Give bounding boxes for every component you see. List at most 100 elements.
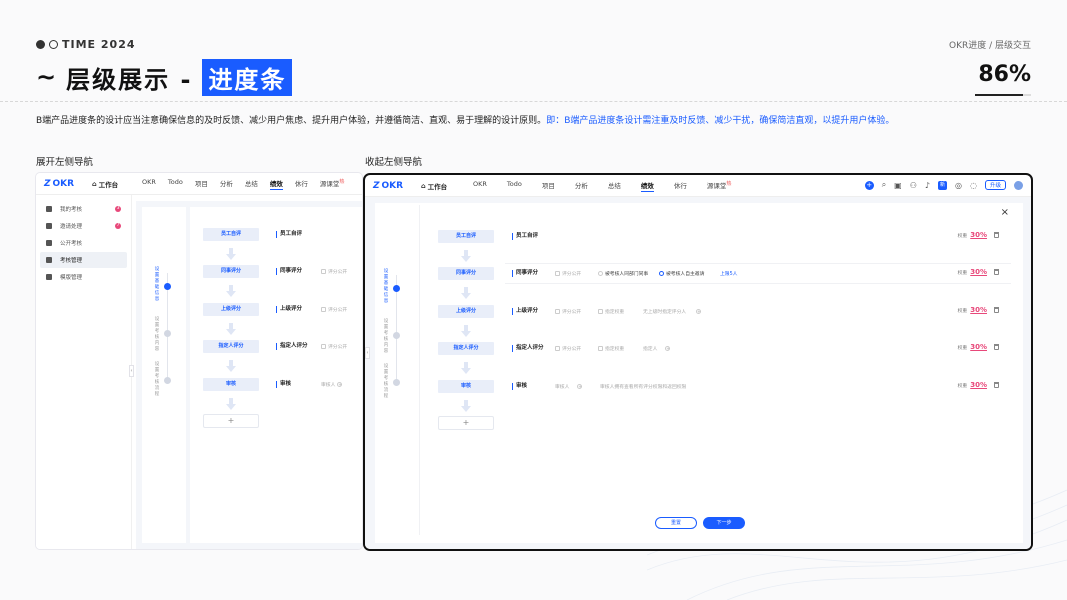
weight-field[interactable]: 权重 30%: [958, 268, 999, 276]
step-dot[interactable]: [393, 379, 400, 386]
workbench-link[interactable]: ⌂ 工作台: [92, 179, 136, 189]
search-icon[interactable]: ⌕: [882, 180, 886, 190]
trash-icon[interactable]: [994, 344, 999, 350]
trash-icon[interactable]: [994, 382, 999, 388]
weight-field[interactable]: 权重 30%: [958, 231, 999, 239]
step-dot[interactable]: [164, 330, 171, 337]
invite-limit[interactable]: 上限5人: [720, 270, 737, 277]
public-score-checkbox[interactable]: 评分公开: [321, 306, 347, 313]
home-icon: ⌂: [421, 181, 426, 190]
trash-icon[interactable]: [994, 232, 999, 238]
assign-weight-checkbox[interactable]: 指定权重: [598, 308, 624, 315]
public-score-checkbox[interactable]: 评分公开: [555, 270, 581, 277]
nav-item-okr[interactable]: OKR: [473, 180, 487, 192]
flow-node-review[interactable]: 审核: [438, 380, 494, 393]
plus-icon: +: [577, 384, 583, 389]
nav-item-project[interactable]: 项目: [542, 180, 555, 192]
assignee-select[interactable]: 指定人 +: [643, 345, 671, 352]
chat-icon[interactable]: ◌: [970, 181, 977, 190]
nav-item-okr[interactable]: OKR: [142, 178, 156, 190]
sidebar: 我的考核 3 邀请处理 7 公开考核 考核管理 模版管理: [36, 195, 132, 549]
upgrade-button[interactable]: 升级: [984, 180, 1006, 190]
sidebar-item-my-review[interactable]: 我的考核 3: [40, 201, 127, 217]
self-invite-radio[interactable]: 被考核人自主邀请: [659, 270, 704, 277]
flow-node-manager[interactable]: 上级评分: [438, 305, 494, 318]
reviewer-select[interactable]: 审核人 +: [321, 381, 343, 388]
public-score-checkbox[interactable]: 评分公开: [555, 308, 581, 315]
flow-node-manager[interactable]: 上级评分: [203, 303, 259, 316]
app-header: Z OKR ⌂ 工作台 OKR Todo 项目 分析 总结 绩效 休行 源课堂热 +…: [365, 175, 1031, 197]
nav-item-summary[interactable]: 总结: [608, 180, 621, 192]
app-header: Z OKR ⌂ 工作台 OKR Todo 项目 分析 总结 绩效 休行 源课堂热: [36, 173, 362, 195]
flow-node-self[interactable]: 员工自评: [203, 228, 259, 241]
workbench-link[interactable]: ⌂ 工作台: [421, 181, 465, 191]
flow-node-self[interactable]: 员工自评: [438, 230, 494, 243]
sidebar-collapse-handle[interactable]: ‹: [129, 365, 134, 377]
step-dot[interactable]: [164, 377, 171, 384]
avatar[interactable]: [1014, 180, 1023, 190]
sidebar-expand-handle[interactable]: ‹: [365, 347, 370, 359]
sidebar-item-label: 我的考核: [60, 207, 83, 213]
ring-circle-icon: [49, 40, 58, 49]
hot-badge: 热: [726, 180, 732, 187]
nav-item-xiuxing[interactable]: 休行: [674, 180, 687, 192]
no-manager-select[interactable]: 无上级时指定评分人 +: [643, 308, 702, 315]
nav-item-todo[interactable]: Todo: [168, 178, 183, 190]
flow-node-review[interactable]: 审核: [203, 378, 259, 391]
next-step-button[interactable]: 下一步: [703, 517, 745, 529]
arrow-down-icon: [461, 325, 471, 337]
expanded-nav-label: 展开左侧导航: [36, 157, 94, 168]
step-dot[interactable]: [393, 332, 400, 339]
nav-item-performance[interactable]: 绩效: [640, 180, 654, 192]
sidebar-item-invite[interactable]: 邀请处理 7: [40, 218, 127, 234]
nav-item-project[interactable]: 项目: [195, 178, 208, 190]
nav-item-classroom[interactable]: 源课堂热: [320, 178, 345, 190]
flow-node-assigned[interactable]: 指定人评分: [203, 340, 259, 353]
bell-icon[interactable]: ♪: [925, 181, 930, 190]
step-dot-active[interactable]: [164, 283, 171, 290]
weight-field[interactable]: 权重 30%: [958, 381, 999, 389]
reset-button[interactable]: 重置: [655, 517, 697, 529]
arrow-down-icon: [226, 323, 236, 335]
new-badge-icon[interactable]: 新: [938, 180, 948, 190]
flow-node-peer[interactable]: 同事评分: [203, 265, 259, 278]
user-add-icon[interactable]: ⚇: [910, 181, 917, 190]
weight-field[interactable]: 权重 30%: [958, 306, 999, 314]
sidebar-item-manage[interactable]: 考核管理: [40, 252, 127, 268]
add-flow-node-button[interactable]: +: [438, 416, 494, 430]
assign-weight-checkbox[interactable]: 指定权重: [598, 345, 624, 352]
sidebar-item-public[interactable]: 公开考核: [40, 235, 127, 251]
public-score-checkbox[interactable]: 评分公开: [555, 345, 581, 352]
step-dot-active[interactable]: [393, 285, 400, 292]
step-label-content: 设置考核内容: [383, 319, 389, 354]
checkbox-label: 评分公开: [328, 308, 348, 313]
add-flow-node-button[interactable]: +: [203, 414, 259, 428]
nav-item-summary[interactable]: 总结: [245, 178, 258, 190]
okr-logo[interactable]: Z OKR: [44, 179, 84, 189]
nav-item-xiuxing[interactable]: 休行: [295, 178, 308, 190]
nav-item-analysis[interactable]: 分析: [575, 180, 588, 192]
okr-logo[interactable]: Z OKR: [373, 181, 413, 191]
trash-icon[interactable]: [994, 307, 999, 313]
row-label: 上级评分: [276, 306, 302, 313]
public-score-checkbox[interactable]: 评分公开: [321, 268, 347, 275]
sidebar-item-template[interactable]: 模版管理: [40, 269, 127, 285]
nav-item-performance[interactable]: 绩效: [269, 178, 283, 190]
calendar-icon[interactable]: ▣: [894, 181, 902, 190]
trash-icon[interactable]: [994, 269, 999, 275]
same-dept-radio[interactable]: 被考核人同部门同事: [598, 270, 648, 277]
flow-node-assigned[interactable]: 指定人评分: [438, 342, 494, 355]
description-highlight: 即：B端产品进度条设计需注重及时反馈、减少干扰，确保简洁直观，以提升用户体验。: [546, 116, 895, 126]
reviewer-select[interactable]: 审核人 +: [555, 383, 583, 390]
public-score-checkbox[interactable]: 评分公开: [321, 343, 347, 350]
close-icon[interactable]: ×: [1001, 207, 1009, 218]
nav-item-todo[interactable]: Todo: [507, 180, 522, 192]
checkbox-label: 评分公开: [328, 270, 348, 275]
nav-item-analysis[interactable]: 分析: [220, 178, 233, 190]
edit-icon: [46, 223, 52, 229]
add-icon[interactable]: +: [864, 180, 874, 190]
nav-item-classroom[interactable]: 源课堂热: [707, 180, 732, 192]
weight-field[interactable]: 权重 30%: [958, 343, 999, 351]
compass-icon[interactable]: ◎: [955, 181, 962, 190]
flow-node-peer[interactable]: 同事评分: [438, 267, 494, 280]
